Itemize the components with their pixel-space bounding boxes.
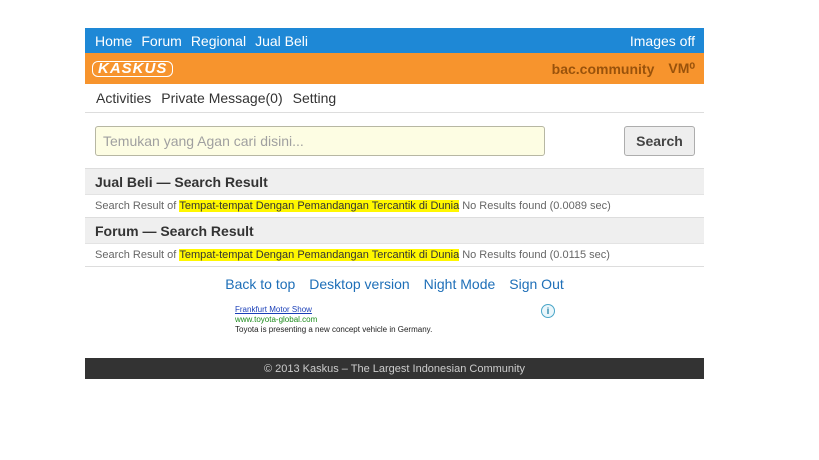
community-label[interactable]: bac.community: [552, 61, 655, 77]
user-navigation: Activities Private Message(0) Setting: [85, 84, 704, 113]
search-input[interactable]: [95, 125, 545, 156]
section-heading: Jual Beli — Search Result: [85, 168, 704, 195]
top-navigation-bar: Home Forum Regional Jual Beli Images off: [85, 28, 704, 53]
result-status: No Results found (0.0115 sec): [462, 249, 610, 261]
night-mode-link[interactable]: Night Mode: [424, 276, 496, 292]
search-row: Search: [85, 113, 704, 168]
setting-link[interactable]: Setting: [293, 90, 337, 106]
result-prefix: Search Result of: [95, 249, 177, 261]
brand-bar-right: bac.community VM⁰: [552, 60, 695, 77]
kaskus-mobile-page: Home Forum Regional Jual Beli Images off…: [85, 28, 704, 379]
jual-beli-result-section: Jual Beli — Search Result Search Result …: [85, 168, 704, 217]
text-ad: Frankfurt Motor Show www.toyota-global.c…: [85, 301, 704, 351]
desktop-version-link[interactable]: Desktop version: [309, 276, 409, 292]
ad-description: Toyota is presenting a new concept vehic…: [235, 325, 433, 334]
brand-bar: KASKUS bac.community VM⁰: [85, 53, 704, 84]
activities-link[interactable]: Activities: [96, 90, 151, 106]
result-prefix: Search Result of: [95, 200, 177, 212]
search-button[interactable]: Search: [624, 125, 695, 156]
back-to-top-link[interactable]: Back to top: [225, 276, 295, 292]
nav-regional-link[interactable]: Regional: [191, 33, 246, 49]
sign-out-link[interactable]: Sign Out: [509, 276, 563, 292]
section-heading: Forum — Search Result: [85, 217, 704, 244]
kaskus-logo[interactable]: KASKUS: [92, 60, 174, 77]
images-off-toggle[interactable]: Images off: [630, 33, 695, 49]
result-line: Search Result of Tempat-tempat Dengan Pe…: [85, 244, 704, 266]
search-query-highlight: Tempat-tempat Dengan Pemandangan Tercant…: [179, 200, 460, 212]
result-line: Search Result of Tempat-tempat Dengan Pe…: [85, 195, 704, 217]
nav-home-link[interactable]: Home: [95, 33, 132, 49]
ad-url[interactable]: www.toyota-global.com: [235, 315, 317, 324]
private-message-link[interactable]: Private Message(0): [161, 90, 282, 106]
footer-links: Back to top Desktop version Night Mode S…: [85, 266, 704, 301]
search-query-highlight: Tempat-tempat Dengan Pemandangan Tercant…: [179, 249, 460, 261]
nav-jual-beli-link[interactable]: Jual Beli: [255, 33, 308, 49]
visitor-message-count[interactable]: VM⁰: [668, 60, 695, 77]
ad-title-link[interactable]: Frankfurt Motor Show: [235, 305, 312, 314]
ad-info-icon[interactable]: i: [541, 304, 555, 318]
copyright-text: © 2013 Kaskus – The Largest Indonesian C…: [263, 362, 526, 375]
result-status: No Results found (0.0089 sec): [462, 200, 611, 212]
copyright-footer: © 2013 Kaskus – The Largest Indonesian C…: [85, 358, 704, 379]
forum-result-section: Forum — Search Result Search Result of T…: [85, 217, 704, 266]
nav-forum-link[interactable]: Forum: [141, 33, 181, 49]
top-nav-links: Home Forum Regional Jual Beli: [95, 33, 308, 49]
